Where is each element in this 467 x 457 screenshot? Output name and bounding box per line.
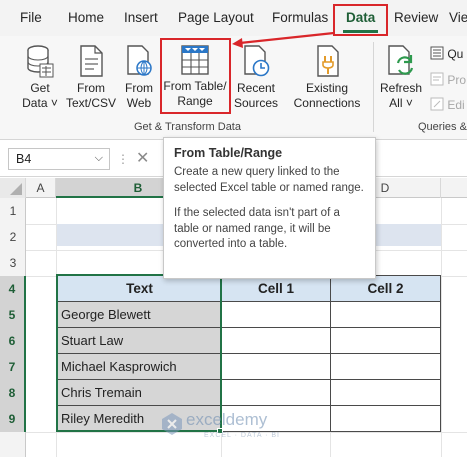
watermark-tagline: EXCEL · DATA · BI xyxy=(204,432,280,439)
edit-links-label: Edi xyxy=(447,98,465,112)
row-header-4[interactable]: 4 xyxy=(0,276,26,302)
tooltip-note: If the selected data isn't part of a tab… xyxy=(174,207,340,250)
table-cell-empty[interactable] xyxy=(222,302,331,328)
existing-connections-label-2: Connections xyxy=(293,96,361,110)
refresh-all-label-1: Refresh xyxy=(380,81,423,95)
row-header-8[interactable]: 8 xyxy=(0,380,26,406)
row-header-9[interactable]: 9 xyxy=(0,406,26,432)
row-header-7[interactable]: 7 xyxy=(0,354,26,380)
chevron-down-icon[interactable]: ⌵ xyxy=(95,152,103,165)
column-header-a[interactable]: A xyxy=(26,178,56,198)
edit-links-icon xyxy=(430,97,444,111)
table-cell-empty[interactable] xyxy=(331,302,441,328)
from-web-label-2: Web xyxy=(126,96,152,110)
row-header-3[interactable]: 3 xyxy=(0,250,26,276)
name-box-value: B4 xyxy=(16,152,32,166)
table-header-cell-1[interactable]: Cell 1 xyxy=(222,276,331,302)
exceldemy-logo-icon xyxy=(162,413,182,435)
properties-label: Pro xyxy=(447,73,467,87)
tooltip: From Table/Range Create a new query link… xyxy=(163,137,376,279)
row-header-5[interactable]: 5 xyxy=(0,302,26,328)
table-cell-empty[interactable] xyxy=(331,406,441,432)
tooltip-title: From Table/Range xyxy=(174,146,283,160)
row-header-1[interactable]: 1 xyxy=(0,198,26,224)
table-cell-empty[interactable] xyxy=(331,354,441,380)
table-cell-empty[interactable] xyxy=(331,328,441,354)
recent-sources-label-1: Recent xyxy=(236,81,276,95)
group-label-queries: Queries & xyxy=(418,121,467,133)
get-data-label-1: Get xyxy=(30,81,50,95)
cancel-icon[interactable]: ✕ xyxy=(136,148,149,168)
annotation-arrow xyxy=(232,31,335,48)
row-header-2[interactable]: 2 xyxy=(0,224,26,250)
table-cell-empty[interactable] xyxy=(222,354,331,380)
table-cell-empty[interactable] xyxy=(222,328,331,354)
group-label-get-transform: Get & Transform Data xyxy=(134,121,241,133)
properties-button[interactable]: Pro xyxy=(430,72,466,87)
watermark: exceldemy EXCEL · DATA · BI xyxy=(160,408,300,442)
from-text-csv-label-1: From xyxy=(77,81,105,95)
refresh-all-label-2: All ˅ xyxy=(389,96,413,110)
select-all-icon xyxy=(10,183,22,195)
table-cell-empty[interactable] xyxy=(222,380,331,406)
from-web-label-1: From xyxy=(125,81,153,95)
existing-connections-label-1: Existing xyxy=(305,81,349,95)
row-headers: 1 2 3 4 5 6 7 8 9 xyxy=(0,198,26,457)
edit-links-button[interactable]: Edi xyxy=(430,97,465,112)
recent-sources-label-2: Sources xyxy=(233,96,279,110)
select-all-corner[interactable] xyxy=(0,178,26,198)
get-data-label-2: Data ˅ xyxy=(22,96,58,110)
properties-icon xyxy=(430,72,444,86)
table-header-cell-2[interactable]: Cell 2 xyxy=(331,276,441,302)
name-box[interactable]: B4 ⌵ xyxy=(8,148,110,170)
from-text-csv-label-2: Text/CSV xyxy=(66,96,117,110)
row-header-6[interactable]: 6 xyxy=(0,328,26,354)
gridline xyxy=(441,198,442,457)
watermark-name: exceldemy xyxy=(186,410,268,429)
tooltip-description: Create a new query linked to the selecte… xyxy=(174,166,364,194)
more-options-icon: ⋮ xyxy=(117,152,129,166)
table-cell-empty[interactable] xyxy=(331,380,441,406)
